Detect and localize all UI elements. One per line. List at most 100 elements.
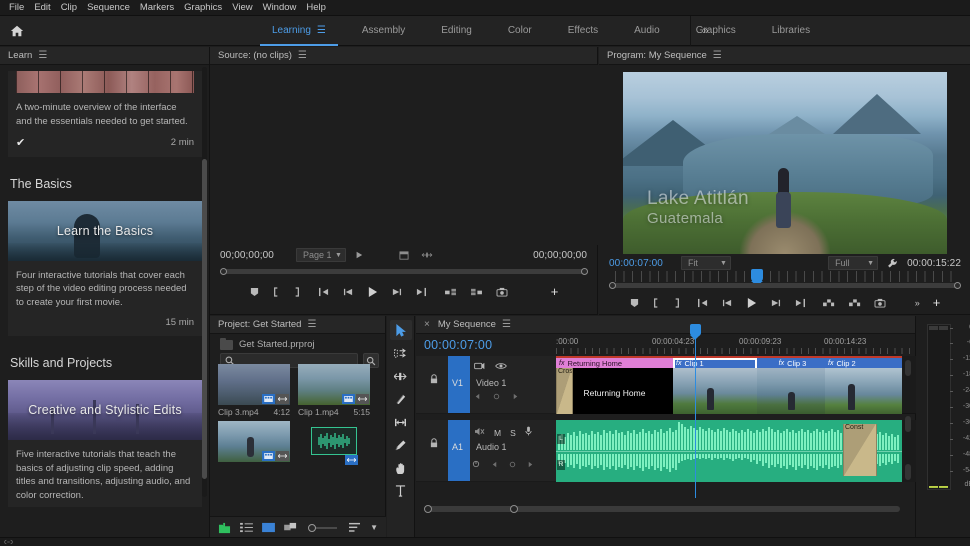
source-current-timecode[interactable]: 00;00;00;00 [220, 250, 274, 261]
menu-item-file[interactable]: File [4, 1, 29, 14]
timeline-clip-clip2[interactable]: fx Clip 2 [825, 358, 902, 414]
program-playhead[interactable] [751, 269, 763, 286]
add-keyframe-icon[interactable] [493, 392, 500, 403]
menu-item-edit[interactable]: Edit [29, 1, 55, 14]
timeline-vscroll-a1[interactable] [905, 416, 911, 432]
program-mark-out-button[interactable] [673, 297, 681, 308]
program-go-to-out-button[interactable] [794, 298, 806, 308]
program-current-timecode[interactable]: 00:00:07:00 [609, 258, 663, 269]
menu-item-help[interactable]: Help [301, 1, 331, 14]
menu-item-sequence[interactable]: Sequence [82, 1, 135, 14]
timeline-tracks-area[interactable]: fx Returning Home Returning Home Cross [556, 356, 916, 498]
tab-learning-menu-icon[interactable]: ☰ [317, 25, 326, 36]
program-tick-rail[interactable] [615, 271, 955, 282]
source-step-forward-button[interactable] [391, 287, 402, 297]
timeline-hscroll-knob-left[interactable] [424, 505, 432, 513]
timeline-playhead[interactable] [690, 324, 701, 340]
timeline-tab-label[interactable]: My Sequence [438, 319, 496, 330]
source-mark-out-button[interactable] [293, 286, 301, 297]
menu-item-view[interactable]: View [227, 1, 257, 14]
source-button-editor-button[interactable]: + [551, 284, 559, 299]
program-extract-button[interactable] [848, 298, 861, 308]
sort-icon[interactable] [348, 522, 361, 533]
ripple-edit-tool[interactable] [390, 366, 412, 386]
type-tool[interactable] [390, 481, 412, 501]
program-go-to-in-button[interactable] [697, 298, 709, 308]
tab-learning[interactable]: Learning ☰ [254, 16, 344, 46]
project-root-row[interactable]: Get Started.prproj [210, 334, 385, 353]
source-monitor-menu-icon[interactable]: ☰ [298, 50, 307, 61]
track-header-v1[interactable]: V1 Video 1 [416, 356, 556, 414]
workspace-overflow-button[interactable]: » [690, 16, 720, 46]
project-item-clip2[interactable] [218, 421, 290, 462]
timeline-vscroll-v1[interactable] [905, 360, 911, 376]
learn-scrollbar-thumb[interactable] [202, 159, 207, 479]
track-select-forward-tool[interactable] [390, 343, 412, 363]
close-icon[interactable]: × [424, 319, 430, 330]
a1-mute-button[interactable]: M [494, 428, 501, 438]
timeline-vscroll-a2[interactable] [905, 464, 911, 480]
source-monitor-canvas[interactable] [210, 65, 598, 245]
timeline-playhead-timecode[interactable]: 00:00:07:00 [424, 338, 492, 352]
new-bin-icon[interactable] [218, 522, 231, 534]
eye-icon[interactable] [495, 362, 507, 373]
timeline-track-a1[interactable]: fx [556, 420, 916, 482]
program-step-back-button[interactable] [722, 298, 733, 308]
program-scrub-handle-left[interactable] [609, 282, 616, 289]
tab-assembly[interactable]: Assembly [344, 16, 423, 46]
project-item-audio[interactable] [298, 421, 370, 465]
program-lift-button[interactable] [822, 298, 835, 308]
source-go-to-out-button[interactable] [415, 287, 427, 297]
learn-panel-menu-icon[interactable]: ☰ [38, 50, 47, 61]
project-item-clip3[interactable]: Clip 3.mp4 4:12 [218, 364, 290, 417]
source-go-to-in-button[interactable] [318, 287, 330, 297]
tab-color[interactable]: Color [490, 16, 550, 46]
learn-card-basics[interactable]: Learn the Basics Four interactive tutori… [8, 200, 202, 336]
timeline-ruler[interactable]: :00:00 00:00:04:23 00:00:09:23 00:00:14:… [556, 336, 916, 356]
timeline-transition-constant-power[interactable]: Const [843, 424, 877, 476]
source-mark-in-button[interactable] [272, 286, 280, 297]
voice-over-icon[interactable] [525, 426, 532, 439]
program-monitor-video[interactable]: Lake Atitlán Guatemala [623, 72, 947, 254]
icon-view-icon[interactable] [262, 522, 275, 533]
program-mark-in-button[interactable] [652, 297, 660, 308]
mute-track-icon[interactable] [474, 427, 485, 439]
tab-effects[interactable]: Effects [550, 16, 616, 46]
play-small-icon[interactable] [355, 251, 363, 259]
program-play-button[interactable] [746, 297, 757, 309]
program-scrub-handle-right[interactable] [954, 282, 961, 289]
a1-solo-button[interactable]: S [510, 428, 516, 438]
source-overwrite-button[interactable] [470, 287, 483, 297]
selection-tool[interactable] [389, 320, 412, 340]
program-resolution-dropdown[interactable]: Full ▼ [828, 256, 879, 270]
timeline-clip-clip3[interactable]: fx Clip 3 [757, 358, 825, 414]
timeline-hscroll-knob-right[interactable] [510, 505, 518, 513]
source-duration-timecode[interactable]: 00;00;00;00 [533, 250, 587, 261]
tab-audio[interactable]: Audio [616, 16, 678, 46]
source-scrub-handle-left[interactable] [220, 268, 227, 275]
program-monitor-menu-icon[interactable]: ☰ [713, 50, 722, 61]
timeline-clip-clip1[interactable]: fx Clip 1 [673, 358, 757, 414]
track-header-a1[interactable]: A1 Audio 1 M S [416, 420, 556, 482]
project-bin-grid[interactable]: Clip 3.mp4 4:12 Clip 1.mp4 5:15 [218, 364, 378, 504]
source-page-dropdown[interactable]: Page 1 ▼ [295, 248, 346, 262]
source-play-button[interactable] [367, 286, 378, 298]
project-panel-menu-icon[interactable]: ☰ [307, 319, 316, 330]
project-zoom-slider[interactable] [308, 523, 338, 532]
timeline-transition-cross-1[interactable]: Cross [556, 368, 573, 414]
prev-keyframe-icon[interactable] [491, 460, 498, 471]
source-scrub-handle-right[interactable] [581, 268, 588, 275]
lock-icon[interactable] [430, 374, 438, 387]
audio-gain-icon[interactable] [472, 460, 480, 471]
source-add-marker-button[interactable] [250, 287, 259, 297]
program-scrubber[interactable] [609, 282, 961, 289]
wrench-icon[interactable] [887, 258, 898, 269]
next-keyframe-icon[interactable] [527, 460, 534, 471]
learn-card-creative[interactable]: Creative and Stylistic Edits Five intera… [8, 379, 202, 507]
program-export-frame-button[interactable] [874, 298, 886, 308]
menu-item-graphics[interactable]: Graphics [179, 1, 227, 14]
timeline-track-v1[interactable]: fx Returning Home Returning Home Cross [556, 356, 916, 414]
source-step-back-button[interactable] [343, 287, 354, 297]
prev-keyframe-icon[interactable] [474, 392, 481, 403]
tab-libraries[interactable]: Libraries [754, 16, 828, 46]
